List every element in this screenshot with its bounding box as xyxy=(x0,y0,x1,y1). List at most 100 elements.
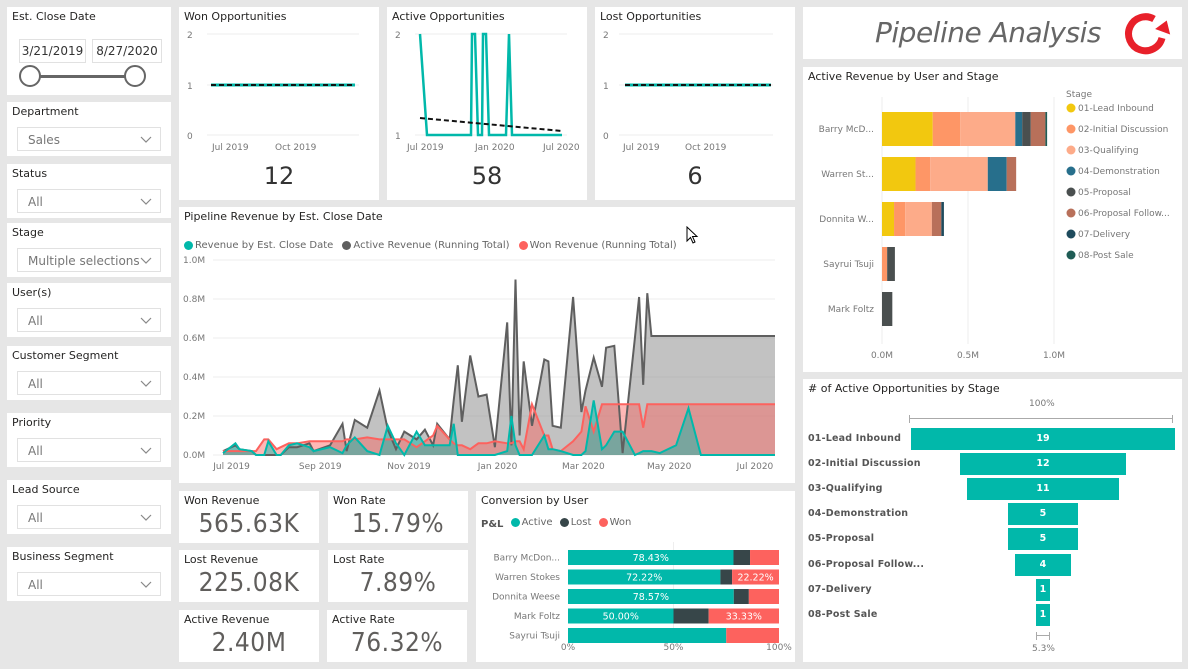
department-label: Department xyxy=(12,105,79,118)
end-date-handle[interactable] xyxy=(124,65,146,87)
funnel-bar[interactable]: 11 xyxy=(966,478,1120,501)
active-rate-card: Active Rate 76.32% xyxy=(327,610,467,662)
stage-bar-segment[interactable] xyxy=(915,157,931,191)
legend-dot-icon xyxy=(1066,208,1076,218)
conversion-bar-lost[interactable] xyxy=(673,608,709,624)
conversion-legend: P&L Active Lost Won xyxy=(481,517,635,530)
lost-xtick-oct: Oct 2019 xyxy=(685,143,727,153)
user-s-dropdown[interactable]: All xyxy=(17,308,161,332)
stage-bar-segment[interactable] xyxy=(882,202,895,236)
stage-bar-segment[interactable] xyxy=(987,157,1007,191)
stage-bar-segment[interactable] xyxy=(882,157,916,191)
stage-bar-segment[interactable] xyxy=(941,202,944,236)
lead-source-value: All xyxy=(28,511,43,525)
lost-rate-value: 7.89% xyxy=(359,568,437,598)
end-date-input[interactable]: 8/27/2020 xyxy=(92,39,162,63)
legend-active[interactable]: Active xyxy=(510,517,553,528)
lead-source-label: Lead Source xyxy=(12,483,80,496)
funnel-bar[interactable]: 5 xyxy=(1008,528,1078,551)
stage-bar-segment[interactable] xyxy=(1030,112,1046,146)
legend-won[interactable]: Won xyxy=(598,517,631,528)
stage-bar-segment[interactable] xyxy=(931,202,942,236)
business-segment-value: All xyxy=(28,578,43,592)
conversion-data-label: 22.22% xyxy=(737,573,773,584)
won-rate-card: Won Rate 15.79% xyxy=(328,491,468,543)
stage-bar-segment[interactable] xyxy=(1045,112,1048,146)
stage-value: Multiple selections xyxy=(28,254,140,268)
conversion-bar-active[interactable] xyxy=(568,628,727,643)
conversion-data-label: 78.57% xyxy=(633,592,669,603)
active-opportunities-card: Active Opportunities 2 1 Jul 2019 Jan 20… xyxy=(387,7,587,200)
legend-dot-icon xyxy=(1066,145,1076,155)
stage-dropdown[interactable]: Multiple selections xyxy=(17,248,161,272)
funnel-stage-label: 01-Lead Inbound xyxy=(808,433,902,444)
funnel-stage-label: 03-Qualifying xyxy=(808,483,883,495)
lead-source-dropdown[interactable]: All xyxy=(17,505,161,529)
business-segment-slicer: Business Segment All xyxy=(7,547,171,601)
lost-opportunities-card: Lost Opportunities 2 1 0 Jul 2019 Oct 20… xyxy=(595,7,795,200)
refresh-icon[interactable] xyxy=(1121,10,1175,56)
stage-legend-item[interactable]: 02-Initial Discussion xyxy=(1078,125,1168,135)
stage-bar-segment[interactable] xyxy=(894,202,906,236)
stage-bar-segment[interactable] xyxy=(1022,112,1031,146)
legend-dot-icon xyxy=(1066,166,1076,176)
stage-legend-item[interactable]: 07-Delivery xyxy=(1078,230,1131,240)
lost-xtick-jul: Jul 2019 xyxy=(622,143,660,153)
won-rate-label: Won Rate xyxy=(333,494,386,507)
stage-bar-segment[interactable] xyxy=(930,157,988,191)
legend-dot-icon xyxy=(559,518,569,527)
stage-legend-item[interactable]: 05-Proposal xyxy=(1078,188,1131,198)
stage-bar-segment[interactable] xyxy=(960,112,1016,146)
start-date-handle[interactable] xyxy=(19,65,41,87)
pipeline-ytick: 0.6M xyxy=(183,334,205,344)
active-series-line xyxy=(418,32,562,137)
funnel-bar[interactable]: 1 xyxy=(1036,603,1050,626)
stage-legend-item[interactable]: 04-Demonstration xyxy=(1078,167,1160,177)
conversion-bar-won[interactable] xyxy=(726,628,779,643)
business-segment-dropdown[interactable]: All xyxy=(17,572,161,596)
lost-revenue-value: 225.08K xyxy=(198,568,300,598)
won-rate-value: 15.79% xyxy=(351,509,445,539)
funnel-bar[interactable]: 12 xyxy=(959,453,1127,476)
conversion-bar-lost[interactable] xyxy=(733,589,749,604)
stage-bar-segment[interactable] xyxy=(1006,157,1017,191)
funnel-bar[interactable]: 4 xyxy=(1015,553,1071,576)
conversion-bar-lost[interactable] xyxy=(720,569,733,585)
stage-bar-segment[interactable] xyxy=(932,112,961,146)
stage-legend-item[interactable]: 06-Proposal Follow... xyxy=(1078,209,1170,219)
stage-xtick: 0.0M xyxy=(871,351,893,361)
won-xtick-oct: Oct 2019 xyxy=(275,143,317,153)
start-date-input[interactable]: 3/21/2019 xyxy=(19,39,86,63)
pipeline-xtick: Jan 2020 xyxy=(477,462,518,472)
stage-bar-segment[interactable] xyxy=(887,247,895,281)
status-slicer: Status All xyxy=(7,164,171,218)
stage-legend-item[interactable]: 01-Lead Inbound xyxy=(1078,104,1154,114)
chevron-down-icon xyxy=(140,581,152,588)
pipeline-xtick: Mar 2020 xyxy=(562,462,605,472)
lost-ytick-1: 1 xyxy=(603,82,609,92)
stage-bar-segment[interactable] xyxy=(882,292,893,326)
legend-lost[interactable]: Lost xyxy=(559,517,591,528)
department-dropdown[interactable]: Sales xyxy=(17,127,161,151)
stage-bar-segment[interactable] xyxy=(882,112,933,146)
stage-legend-item[interactable]: 08-Post Sale xyxy=(1078,251,1134,261)
conversion-bar-won[interactable] xyxy=(748,589,779,604)
active-rate-label: Active Rate xyxy=(332,613,395,626)
funnel-bar[interactable]: 1 xyxy=(1036,578,1050,601)
status-dropdown[interactable]: All xyxy=(17,189,161,213)
conversion-bar-lost[interactable] xyxy=(733,550,751,565)
conversion-bar-won[interactable] xyxy=(750,550,779,565)
stage-bar-segment[interactable] xyxy=(1015,112,1023,146)
active-xtick-jan2020: Jan 2020 xyxy=(474,143,515,153)
stage-legend-item[interactable]: 03-Qualifying xyxy=(1078,146,1139,156)
lost-opportunities-count: 6 xyxy=(687,162,703,190)
stage-bar-segment[interactable] xyxy=(905,202,932,236)
funnel-bar[interactable]: 5 xyxy=(1008,503,1078,526)
lost-opportunities-title: Lost Opportunities xyxy=(600,10,702,23)
funnel-bar[interactable]: 19 xyxy=(911,428,1175,450)
priority-dropdown[interactable]: All xyxy=(17,438,161,462)
stage-bar-segment[interactable] xyxy=(882,247,888,281)
priority-slicer: Priority All xyxy=(7,413,171,467)
stage-legend-title: Stage xyxy=(1066,90,1092,100)
customer-segment-dropdown[interactable]: All xyxy=(17,371,161,395)
